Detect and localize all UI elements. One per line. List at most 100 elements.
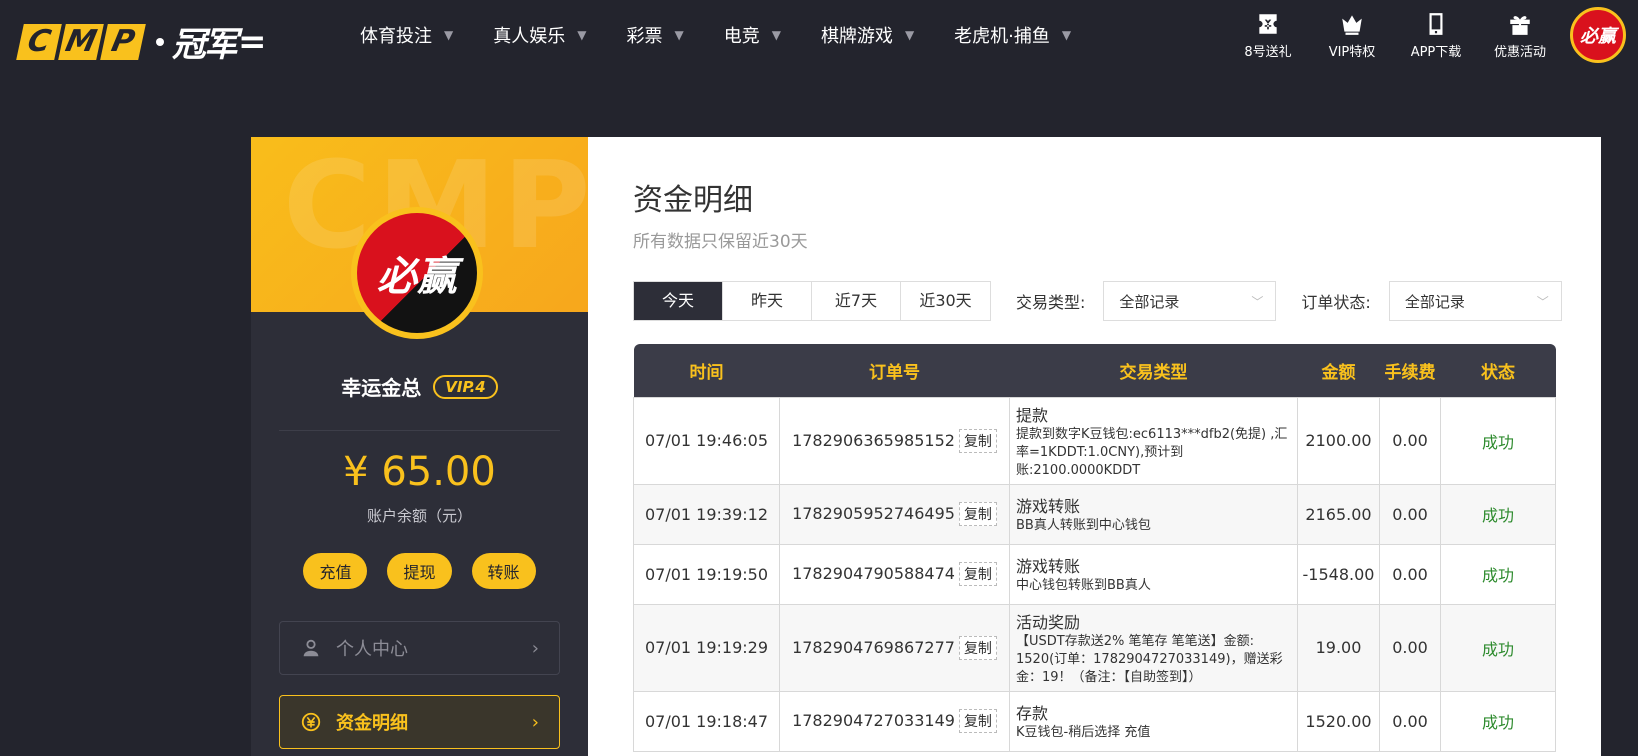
cell-type: 游戏转账 中心钱包转账到BB真人 [1009, 543, 1298, 605]
nav-item-label: 棋牌游戏 [820, 26, 893, 47]
col-header-type: 交易类型 [1009, 344, 1298, 397]
copy-button[interactable]: 复制 [958, 635, 997, 660]
tab-today[interactable]: 今天 [634, 282, 723, 320]
avatar-logo: 必赢 [357, 213, 477, 333]
type-title: 游戏转账 [1016, 497, 1081, 516]
cell-fee: 0.00 [1379, 543, 1441, 605]
copy-button[interactable]: 复制 [958, 502, 997, 526]
username: 幸运金总 [341, 376, 422, 400]
cell-fee: 0.00 [1379, 603, 1441, 692]
type-desc: 提款到数字K豆钱包:ec6113***dfb2(免提) ,汇率=1KDDT:1.… [1016, 426, 1288, 478]
cell-amount: 1520.00 [1297, 690, 1380, 752]
transaction-type-select[interactable]: 全部记录 ﹀ [1103, 281, 1277, 321]
tool-gift-day[interactable]: 8号送礼 [1226, 0, 1310, 70]
cell-time: 07/01 19:46:05 [633, 396, 780, 485]
col-header-amount: 金额 [1297, 344, 1380, 397]
transfer-button[interactable]: 转账 [471, 553, 536, 589]
nav-item-label: 真人娱乐 [493, 26, 566, 47]
nav-item-sports[interactable]: 体育投注 ▼ [360, 22, 453, 48]
tool-label: 优惠活动 [1493, 44, 1546, 60]
crown-icon [1342, 14, 1362, 35]
header-tools: 8号送礼 VIP特权 APP下载 优惠活动 必赢 [1226, 0, 1638, 70]
tool-app-download[interactable]: APP下载 [1394, 0, 1478, 70]
transaction-type-label: 交易类型: [1016, 293, 1086, 312]
user-avatar-small[interactable]: 必赢 [1570, 7, 1626, 63]
cell-amount: 19.00 [1297, 603, 1380, 692]
table-row: 07/01 19:39:12 1782905952746495 复制 游戏转账 BB… [633, 483, 1556, 545]
copy-button[interactable]: 复制 [958, 562, 997, 586]
tool-label: APP下载 [1410, 44, 1462, 60]
cell-time: 07/01 19:19:29 [633, 603, 780, 692]
cell-time: 07/01 19:18:47 [633, 690, 780, 752]
page-subtitle: 所有数据只保留近30天 [633, 232, 808, 252]
date-range-tabs: 今天 昨天 近7天 近30天 [633, 281, 991, 321]
order-number: 1782904790588474 [792, 564, 955, 583]
type-desc: BB真人转账到中心钱包 [1016, 518, 1151, 533]
chevron-down-icon: ▼ [444, 28, 454, 42]
nav-item-label: 体育投注 [360, 26, 432, 47]
cell-time: 07/01 19:19:50 [633, 543, 780, 605]
chevron-down-icon: ▼ [771, 28, 781, 42]
table-row: 07/01 19:19:29 1782904769867277 复制 活动奖励 【U… [633, 603, 1556, 692]
vip-badge: VIP.4 [433, 374, 498, 399]
cell-fee: 0.00 [1379, 483, 1441, 545]
nav-item-label: 老虎机·捕鱼 [954, 26, 1050, 47]
cell-amount: 2100.00 [1297, 396, 1380, 485]
cell-order: 1782904790588474 复制 [779, 543, 1010, 605]
sidebar-link-fund-details[interactable]: 资金明细 › [279, 695, 560, 749]
account-sidebar: CMP 必赢 幸运金总 VIP.4 ¥ 65.00 账户余额（元） 充值 提现 … [251, 137, 588, 756]
select-value: 全部记录 [1404, 292, 1465, 311]
col-header-time: 时间 [633, 344, 780, 397]
cell-type: 游戏转账 BB真人转账到中心钱包 [1009, 483, 1298, 545]
tool-label: VIP特权 [1328, 44, 1376, 60]
tool-promotions[interactable]: 优惠活动 [1478, 0, 1562, 70]
deposit-button[interactable]: 充值 [303, 553, 368, 589]
table-row: 07/01 19:46:05 1782906365985152 复制 提款 提款到数… [633, 396, 1556, 485]
type-title: 提款 [1016, 405, 1049, 425]
nav-item-live-casino[interactable]: 真人娱乐 ▼ [493, 22, 586, 48]
tab-yesterday[interactable]: 昨天 [723, 282, 812, 320]
chevron-down-icon: ▼ [904, 28, 915, 42]
order-status-label: 订单状态: [1301, 293, 1371, 312]
logo-cn-text: 冠军 [172, 25, 238, 65]
sidebar-actions: 充值 提现 转账 [251, 553, 588, 589]
nav-item-esports[interactable]: 电竞 ▼ [724, 22, 781, 48]
top-navbar: C M P 冠军 = 体育投注 ▼ 真人娱乐 ▼ 彩票 ▼ 电竞 ▼ 棋牌游戏 … [0, 0, 1638, 70]
copy-button[interactable]: 复制 [958, 709, 997, 733]
cell-amount: -1548.00 [1297, 543, 1380, 605]
gift-icon [1510, 15, 1530, 35]
sidebar-link-label: 资金明细 [336, 713, 408, 734]
select-value: 全部记录 [1119, 292, 1180, 311]
tab-last-30-days[interactable]: 近30天 [901, 282, 990, 320]
tool-vip[interactable]: VIP特权 [1310, 0, 1394, 70]
copy-button[interactable]: 复制 [958, 428, 997, 453]
cell-order: 1782904727033149 复制 [779, 690, 1010, 752]
order-status-select[interactable]: 全部记录 ﹀ [1388, 281, 1562, 321]
sidebar-divider [279, 430, 560, 431]
nav-item-lottery[interactable]: 彩票 ▼ [626, 22, 683, 48]
chevron-down-icon: ﹀ [1536, 294, 1549, 309]
page-title: 资金明细 [633, 183, 753, 218]
order-number: 1782905952746495 [792, 504, 955, 523]
cell-order: 1782906365985152 复制 [779, 396, 1010, 485]
nav-item-slots-fishing[interactable]: 老虎机·捕鱼 ▼ [954, 22, 1071, 48]
chevron-right-icon: › [531, 711, 539, 733]
brand-logo[interactable]: C M P 冠军 = [16, 17, 267, 66]
nav-item-card-games[interactable]: 棋牌游戏 ▼ [821, 22, 914, 48]
cell-type: 提款 提款到数字K豆钱包:ec6113***dfb2(免提) ,汇率=1KDDT:… [1009, 396, 1298, 485]
logo-letter-p: P [100, 23, 146, 60]
tab-last-7-days[interactable]: 近7天 [812, 282, 901, 320]
account-balance: ¥ 65.00 [343, 449, 496, 495]
logo-letter-m: M [58, 23, 104, 60]
cell-status: 成功 [1440, 483, 1556, 545]
fund-details-panel: 资金明细 所有数据只保留近30天 今天 昨天 近7天 近30天 交易类型: 全部… [588, 137, 1601, 756]
sidebar-link-profile[interactable]: 个人中心 › [279, 621, 560, 675]
type-title: 游戏转账 [1016, 557, 1081, 576]
cell-order: 1782904769867277 复制 [779, 603, 1010, 692]
order-number: 1782904769867277 [792, 637, 955, 657]
chevron-down-icon: ﹀ [1251, 294, 1264, 309]
col-header-status: 状态 [1440, 344, 1556, 397]
user-avatar[interactable]: 必赢 [351, 207, 483, 339]
cell-status: 成功 [1440, 543, 1556, 605]
withdraw-button[interactable]: 提现 [387, 553, 452, 589]
